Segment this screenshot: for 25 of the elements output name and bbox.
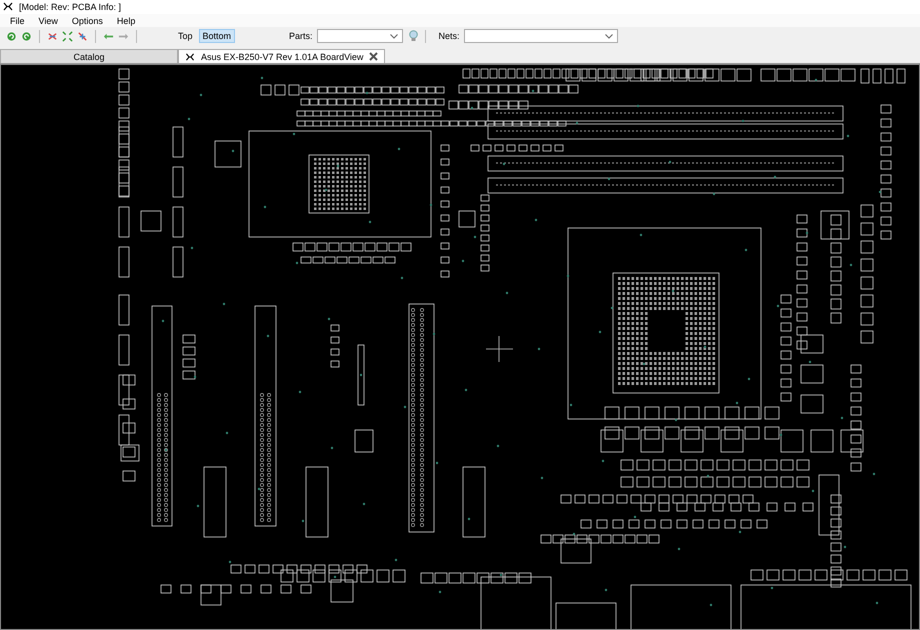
close-icon[interactable] <box>369 52 378 62</box>
nets-label: Nets: <box>438 31 460 42</box>
menu-item[interactable]: Help <box>116 16 136 26</box>
refresh-icon[interactable] <box>6 30 17 42</box>
app-icon <box>3 2 13 12</box>
parts-dropdown[interactable] <box>316 29 403 44</box>
menu-item[interactable]: Options <box>72 16 103 26</box>
nets-dropdown[interactable] <box>464 29 618 44</box>
caret-icon <box>390 34 398 40</box>
lightbulb-icon[interactable] <box>408 30 418 42</box>
zoom-in-icon[interactable] <box>77 30 88 42</box>
parts-label: Parts: <box>289 31 313 42</box>
caret-icon <box>604 34 613 40</box>
tab[interactable]: Asus EX-B250-V7 Rev 1.01A BoardView <box>178 49 386 64</box>
board-icon <box>185 52 195 61</box>
fit-icon[interactable] <box>62 30 73 42</box>
layer-toggle[interactable]: Bottom <box>198 29 236 44</box>
rotate-icon[interactable] <box>21 30 32 42</box>
menu-item[interactable]: View <box>38 16 58 26</box>
window-title: [Model: Rev: PCBA Info: ] <box>19 2 122 12</box>
menu-item[interactable]: File <box>10 16 25 26</box>
zoom-out-icon[interactable] <box>47 30 58 42</box>
layer-toggle[interactable]: Top <box>174 29 197 44</box>
crosshair-icon <box>486 336 514 362</box>
tab[interactable]: Catalog <box>0 49 178 64</box>
